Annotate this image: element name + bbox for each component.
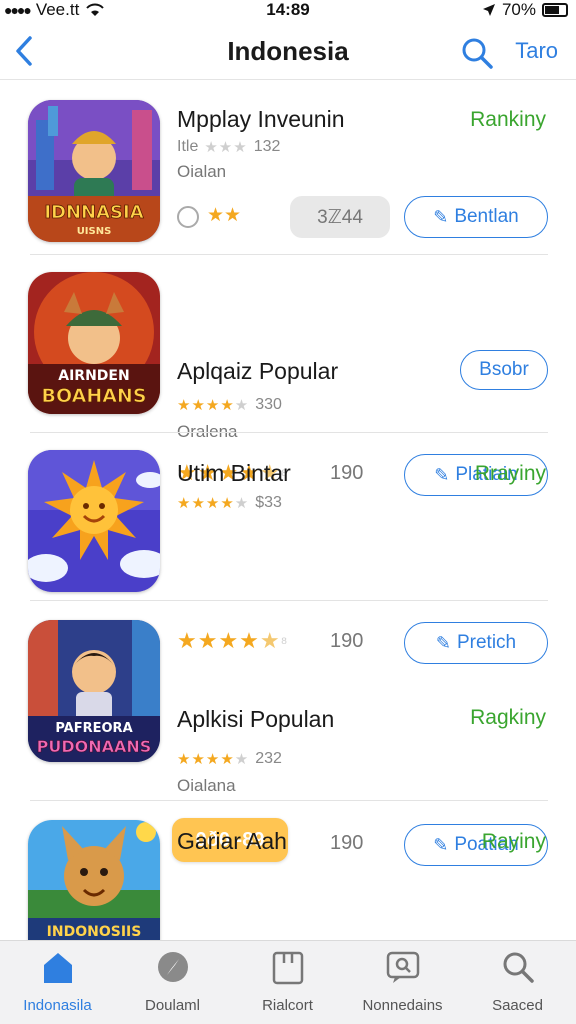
- tab-rialcort[interactable]: Rialcort: [230, 949, 345, 1014]
- tab-saaced[interactable]: Saaced: [460, 949, 575, 1014]
- rating-line: ★★★★★ 232: [177, 750, 282, 768]
- rating-line: Itle ★★★ 132: [177, 138, 280, 156]
- row-divider: [30, 800, 548, 801]
- row-divider: [30, 432, 548, 433]
- rating-count: 232: [255, 750, 282, 767]
- svg-text:PAFREORA: PAFREORA: [55, 721, 132, 736]
- settings-circle-icon[interactable]: [177, 206, 199, 228]
- battery-percent: 70%: [501, 0, 536, 19]
- rating-stars-icon: ★★★★★: [177, 397, 250, 414]
- app-icon-image: AIRNDEN BOAHANS: [28, 272, 160, 414]
- row-divider: [30, 254, 548, 255]
- rating-line: ★★★★★ 330: [177, 396, 282, 414]
- badge-stars-icon: ★★: [207, 205, 242, 226]
- calendar-icon: [272, 951, 303, 985]
- app-icon-image: PAFREORA PUDONAANS: [28, 620, 160, 762]
- tab-bar: Indonasila Doulaml Rialcort Nonnedains S…: [0, 940, 576, 1024]
- rating-stars-icon: ★★★★★: [177, 751, 250, 768]
- app-title: Mpplay Inveunin: [177, 106, 345, 132]
- pencil-icon: ✎: [433, 206, 449, 227]
- rating-stars-icon: ★★★★★: [177, 495, 250, 512]
- ranking-label[interactable]: Rayiny: [482, 830, 546, 854]
- location-arrow-icon: [482, 4, 495, 16]
- tab-label: Rialcort: [262, 997, 313, 1014]
- app-icon-image: INDONOSIIS: [28, 820, 160, 942]
- review-count: 190: [330, 832, 364, 854]
- search-icon: [503, 952, 534, 983]
- app-title: Utim Bintar: [177, 460, 291, 486]
- get-button-label: Pretich: [456, 632, 517, 653]
- rating-stars-icon: ★★★★★⁸: [177, 628, 289, 653]
- rating-line: ★★★★★ $33: [177, 494, 282, 512]
- tab-indonasila[interactable]: Indonasila: [0, 949, 115, 1014]
- svg-text:IDNNASIA: IDNNASIA: [44, 202, 143, 223]
- app-subtitle: Oialana: [177, 776, 236, 795]
- rating-count: 132: [253, 138, 281, 155]
- tab-doulaml[interactable]: Doulaml: [115, 949, 230, 1014]
- tab-label: Doulaml: [144, 997, 201, 1014]
- home-icon: [43, 953, 72, 983]
- app-title: Gariar Aah: [177, 828, 287, 854]
- secondary-button[interactable]: Bsobr: [460, 350, 548, 390]
- get-button[interactable]: ✎ Pretich: [404, 622, 548, 664]
- get-button[interactable]: ✎ Bentlan: [404, 196, 548, 238]
- svg-text:INDONOSIIS: INDONOSIIS: [47, 924, 142, 940]
- navigation-bar: Indonesia Taro: [0, 22, 576, 80]
- ranking-label[interactable]: Ragkiny: [470, 706, 546, 730]
- get-button-label: Bentlan: [454, 206, 519, 227]
- tab-label: Indonasila: [23, 997, 92, 1014]
- pencil-icon: ✎: [435, 632, 451, 653]
- rating-stars-icon: ★★★: [204, 139, 248, 156]
- app-subtitle: Oialan: [177, 162, 227, 181]
- svg-text:AIRNDEN: AIRNDEN: [58, 368, 129, 384]
- ranking-label[interactable]: Rrayiny: [475, 462, 546, 486]
- app-icon-image: [28, 450, 160, 592]
- ranking-label[interactable]: Rankiny: [470, 108, 546, 132]
- review-count: 190: [330, 462, 364, 484]
- review-count: 190: [330, 630, 364, 652]
- svg-text:PUDONAANS: PUDONAANS: [37, 737, 152, 756]
- rating-count: $33: [255, 494, 282, 511]
- tab-label: Nonnedains: [362, 997, 443, 1014]
- status-bar: ●●●● Vee.tt 14:89 70%: [0, 0, 576, 19]
- tab-label: Saaced: [492, 997, 543, 1014]
- price-pill[interactable]: 3ℤ44: [290, 196, 390, 238]
- app-title: Aplqaiz Popular: [177, 358, 339, 384]
- tab-nonnedains[interactable]: Nonnedains: [345, 949, 460, 1014]
- rating-prefix: Itle: [177, 138, 199, 155]
- app-icon-image: IDNNASIA UISNS: [28, 100, 160, 242]
- row-divider: [30, 600, 548, 601]
- rating-count: 330: [255, 396, 282, 413]
- nav-action-button[interactable]: Taro: [515, 38, 558, 64]
- svg-text:BOAHANS: BOAHANS: [41, 385, 146, 407]
- battery-icon: [542, 3, 568, 17]
- search-icon[interactable]: [460, 36, 494, 70]
- message-search-icon: [386, 951, 419, 983]
- compass-icon: [157, 952, 188, 982]
- app-title: Aplkisi Populan: [177, 706, 335, 732]
- svg-text:UISNS: UISNS: [77, 226, 112, 237]
- pencil-icon: ✎: [434, 464, 450, 485]
- pencil-icon: ✎: [433, 834, 449, 855]
